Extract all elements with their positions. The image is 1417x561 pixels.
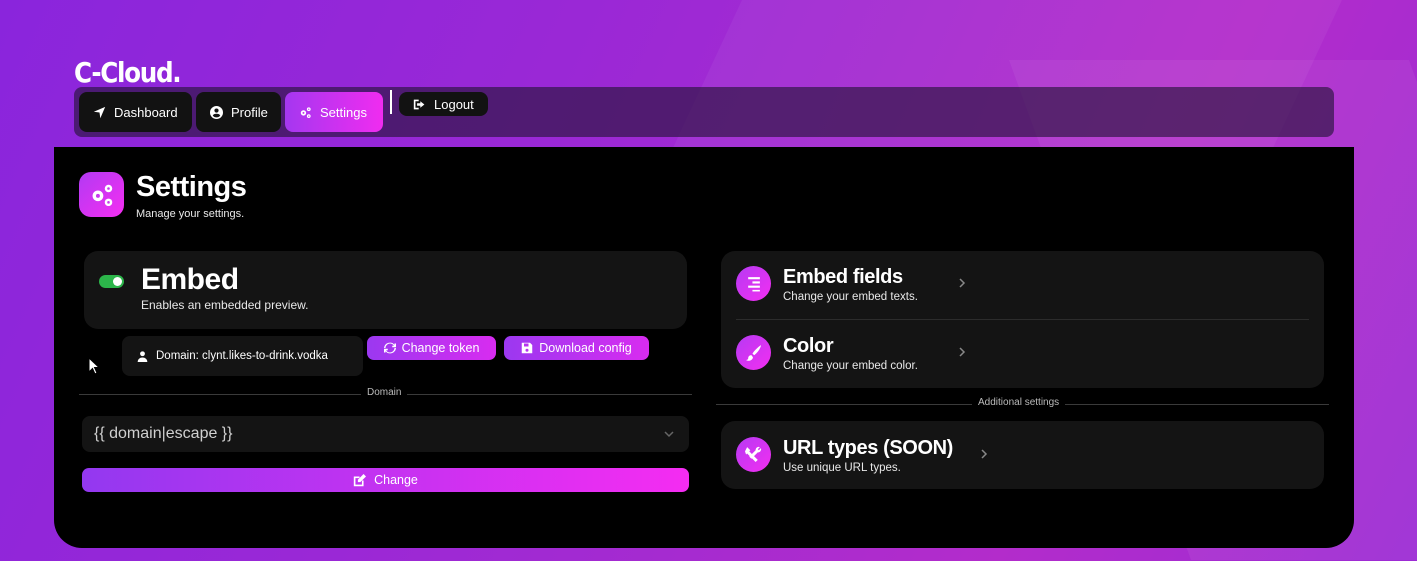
row-separator — [736, 319, 1309, 320]
embed-fields-row[interactable]: Embed fields Change your embed texts. — [736, 254, 1309, 314]
user-icon — [137, 350, 148, 362]
cogs-icon — [92, 184, 112, 206]
settings-header-icon — [79, 172, 124, 217]
edit-icon — [353, 473, 367, 486]
logout-label: Logout — [434, 96, 474, 112]
chevron-right-icon — [957, 276, 967, 290]
domain-text: Domain: clynt.likes-to-drink.vodka — [156, 350, 328, 362]
save-icon — [522, 342, 533, 354]
user-circle-icon — [210, 105, 223, 119]
download-config-label: Download config — [539, 341, 632, 355]
tools-icon — [736, 437, 771, 472]
align-right-icon — [748, 277, 760, 292]
align-icon — [736, 266, 771, 301]
paint-brush-icon — [746, 345, 761, 361]
url-types-title: URL types (SOON) — [783, 437, 953, 459]
tools-icon — [745, 446, 762, 462]
domain-select[interactable]: {{ domain|escape }} — [82, 416, 689, 452]
logout-button[interactable]: Logout — [399, 92, 488, 116]
change-token-label: Change token — [401, 341, 480, 355]
url-types-card: URL types (SOON) Use unique URL types. — [721, 421, 1324, 489]
sign-out-icon — [413, 99, 425, 109]
change-label: Change — [374, 473, 418, 487]
embed-subtitle: Enables an embedded preview. — [141, 298, 309, 312]
page-title: Settings — [136, 171, 247, 203]
additional-divider-label: Additional settings — [972, 397, 1066, 408]
embed-fields-title: Embed fields — [783, 266, 903, 288]
mouse-cursor-icon — [88, 357, 100, 375]
domain-select-value: {{ domain|escape }} — [94, 425, 233, 442]
chevron-right-icon — [957, 345, 967, 359]
page-subtitle: Manage your settings. — [136, 208, 245, 220]
cogs-icon — [300, 106, 311, 118]
settings-panel: Settings Manage your settings. Embed Ena… — [54, 147, 1354, 548]
change-domain-button[interactable]: Change — [82, 468, 689, 492]
embed-card: Embed Enables an embedded preview. — [84, 251, 687, 329]
nav-profile[interactable]: Profile — [196, 92, 281, 132]
embed-title: Embed — [141, 263, 239, 296]
location-arrow-icon — [93, 106, 106, 118]
nav-settings[interactable]: Settings — [285, 92, 383, 132]
nav-label: Profile — [231, 104, 268, 120]
embed-options-card: Embed fields Change your embed texts. Co… — [721, 251, 1324, 388]
nav-separator — [390, 90, 392, 114]
domain-display: Domain: clynt.likes-to-drink.vodka — [122, 336, 363, 376]
chevron-down-icon — [664, 431, 674, 438]
brand-logo: C-Cloud. — [74, 56, 182, 89]
nav-dashboard[interactable]: Dashboard — [79, 92, 192, 132]
color-title: Color — [783, 335, 834, 357]
toggle-knob — [113, 277, 122, 286]
brush-icon — [736, 335, 771, 370]
color-row[interactable]: Color Change your embed color. — [736, 323, 1309, 383]
nav-label: Dashboard — [114, 104, 178, 120]
url-types-subtitle: Use unique URL types. — [783, 462, 901, 474]
domain-divider-label: Domain — [361, 387, 408, 398]
change-token-button[interactable]: Change token — [367, 336, 496, 360]
top-navbar: Dashboard Profile Settings Logout — [74, 87, 1334, 137]
url-types-row[interactable]: URL types (SOON) Use unique URL types. — [736, 425, 1309, 485]
color-subtitle: Change your embed color. — [783, 360, 918, 372]
embed-fields-subtitle: Change your embed texts. — [783, 291, 918, 303]
embed-toggle[interactable] — [99, 275, 124, 288]
nav-label: Settings — [320, 104, 367, 120]
chevron-right-icon — [979, 447, 989, 461]
sync-icon — [383, 342, 396, 354]
download-config-button[interactable]: Download config — [504, 336, 649, 360]
